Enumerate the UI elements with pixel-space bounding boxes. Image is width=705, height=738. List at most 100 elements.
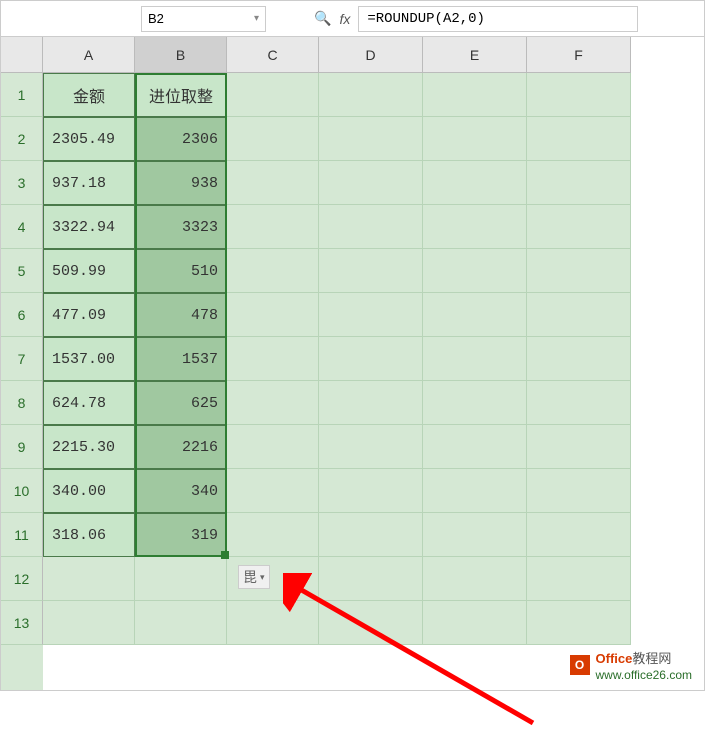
cell-D10[interactable] xyxy=(319,469,423,513)
cell-D3[interactable] xyxy=(319,161,423,205)
formula-bar[interactable]: =ROUNDUP(A2,0) xyxy=(358,6,638,32)
col-header-B[interactable]: B xyxy=(135,37,227,73)
cell-E9[interactable] xyxy=(423,425,527,469)
name-box[interactable]: B2 ▾ xyxy=(141,6,266,32)
cell-B3[interactable]: 938 xyxy=(135,161,227,205)
cell-A7[interactable]: 1537.00 xyxy=(43,337,135,381)
cell-D12[interactable] xyxy=(319,557,423,601)
row-header-10[interactable]: 10 xyxy=(1,469,43,513)
cell-F1[interactable] xyxy=(527,73,631,117)
cell-F5[interactable] xyxy=(527,249,631,293)
col-header-A[interactable]: A xyxy=(43,37,135,73)
row-header-2[interactable]: 2 xyxy=(1,117,43,161)
cell-A12[interactable] xyxy=(43,557,135,601)
cell-E8[interactable] xyxy=(423,381,527,425)
cell-E5[interactable] xyxy=(423,249,527,293)
cell-F6[interactable] xyxy=(527,293,631,337)
cell-F8[interactable] xyxy=(527,381,631,425)
row-header-1[interactable]: 1 xyxy=(1,73,43,117)
cell-D5[interactable] xyxy=(319,249,423,293)
cell-E2[interactable] xyxy=(423,117,527,161)
cell-D7[interactable] xyxy=(319,337,423,381)
cell-C9[interactable] xyxy=(227,425,319,469)
cell-B2[interactable]: 2306 xyxy=(135,117,227,161)
cell-A6[interactable]: 477.09 xyxy=(43,293,135,337)
cell-E4[interactable] xyxy=(423,205,527,249)
cell-D13[interactable] xyxy=(319,601,423,645)
cell-A3[interactable]: 937.18 xyxy=(43,161,135,205)
cell-B10[interactable]: 340 xyxy=(135,469,227,513)
cell-E6[interactable] xyxy=(423,293,527,337)
cell-D9[interactable] xyxy=(319,425,423,469)
cell-F12[interactable] xyxy=(527,557,631,601)
cell-E12[interactable] xyxy=(423,557,527,601)
cell-E7[interactable] xyxy=(423,337,527,381)
cell-D11[interactable] xyxy=(319,513,423,557)
row-header-13[interactable]: 13 xyxy=(1,601,43,645)
cell-F4[interactable] xyxy=(527,205,631,249)
cell-F9[interactable] xyxy=(527,425,631,469)
cell-C6[interactable] xyxy=(227,293,319,337)
cell-A10[interactable]: 340.00 xyxy=(43,469,135,513)
cell-C10[interactable] xyxy=(227,469,319,513)
cell-D8[interactable] xyxy=(319,381,423,425)
cell-B9[interactable]: 2216 xyxy=(135,425,227,469)
chevron-down-icon[interactable]: ▾ xyxy=(254,13,259,24)
row-header-6[interactable]: 6 xyxy=(1,293,43,337)
cell-D1[interactable] xyxy=(319,73,423,117)
fx-icon[interactable]: fx xyxy=(339,11,350,27)
cell-A11[interactable]: 318.06 xyxy=(43,513,135,557)
cell-C2[interactable] xyxy=(227,117,319,161)
row-header-4[interactable]: 4 xyxy=(1,205,43,249)
cell-E3[interactable] xyxy=(423,161,527,205)
search-icon[interactable]: 🔍 xyxy=(314,10,331,27)
cell-C13[interactable] xyxy=(227,601,319,645)
cell-E10[interactable] xyxy=(423,469,527,513)
row-header-11[interactable]: 11 xyxy=(1,513,43,557)
cell-B6[interactable]: 478 xyxy=(135,293,227,337)
col-header-D[interactable]: D xyxy=(319,37,423,73)
row-header-5[interactable]: 5 xyxy=(1,249,43,293)
cell-C4[interactable] xyxy=(227,205,319,249)
row-header-8[interactable]: 8 xyxy=(1,381,43,425)
cell-B7[interactable]: 1537 xyxy=(135,337,227,381)
row-header-9[interactable]: 9 xyxy=(1,425,43,469)
row-header-12[interactable]: 12 xyxy=(1,557,43,601)
row-header-7[interactable]: 7 xyxy=(1,337,43,381)
cell-F10[interactable] xyxy=(527,469,631,513)
cell-B5[interactable]: 510 xyxy=(135,249,227,293)
cell-C5[interactable] xyxy=(227,249,319,293)
cell-C7[interactable] xyxy=(227,337,319,381)
cell-D4[interactable] xyxy=(319,205,423,249)
cell-E11[interactable] xyxy=(423,513,527,557)
cell-B13[interactable] xyxy=(135,601,227,645)
col-header-C[interactable]: C xyxy=(227,37,319,73)
cell-E1[interactable] xyxy=(423,73,527,117)
cell-A13[interactable] xyxy=(43,601,135,645)
cell-A4[interactable]: 3322.94 xyxy=(43,205,135,249)
cell-D2[interactable] xyxy=(319,117,423,161)
cell-F2[interactable] xyxy=(527,117,631,161)
cell-C1[interactable] xyxy=(227,73,319,117)
cell-C8[interactable] xyxy=(227,381,319,425)
cell-B8[interactable]: 625 xyxy=(135,381,227,425)
cell-F3[interactable] xyxy=(527,161,631,205)
cell-D6[interactable] xyxy=(319,293,423,337)
cell-A9[interactable]: 2215.30 xyxy=(43,425,135,469)
cell-B12[interactable] xyxy=(135,557,227,601)
cell-B11[interactable]: 319 xyxy=(135,513,227,557)
cell-A5[interactable]: 509.99 xyxy=(43,249,135,293)
cell-F7[interactable] xyxy=(527,337,631,381)
cell-B1[interactable]: 进位取整 xyxy=(135,73,227,117)
cell-A8[interactable]: 624.78 xyxy=(43,381,135,425)
cell-F11[interactable] xyxy=(527,513,631,557)
cell-C3[interactable] xyxy=(227,161,319,205)
col-header-F[interactable]: F xyxy=(527,37,631,73)
col-header-E[interactable]: E xyxy=(423,37,527,73)
select-all-corner[interactable] xyxy=(1,37,43,73)
cell-E13[interactable] xyxy=(423,601,527,645)
cell-C11[interactable] xyxy=(227,513,319,557)
cell-B4[interactable]: 3323 xyxy=(135,205,227,249)
autofill-options-button[interactable]: 毘 ▾ xyxy=(238,565,270,589)
cell-A2[interactable]: 2305.49 xyxy=(43,117,135,161)
